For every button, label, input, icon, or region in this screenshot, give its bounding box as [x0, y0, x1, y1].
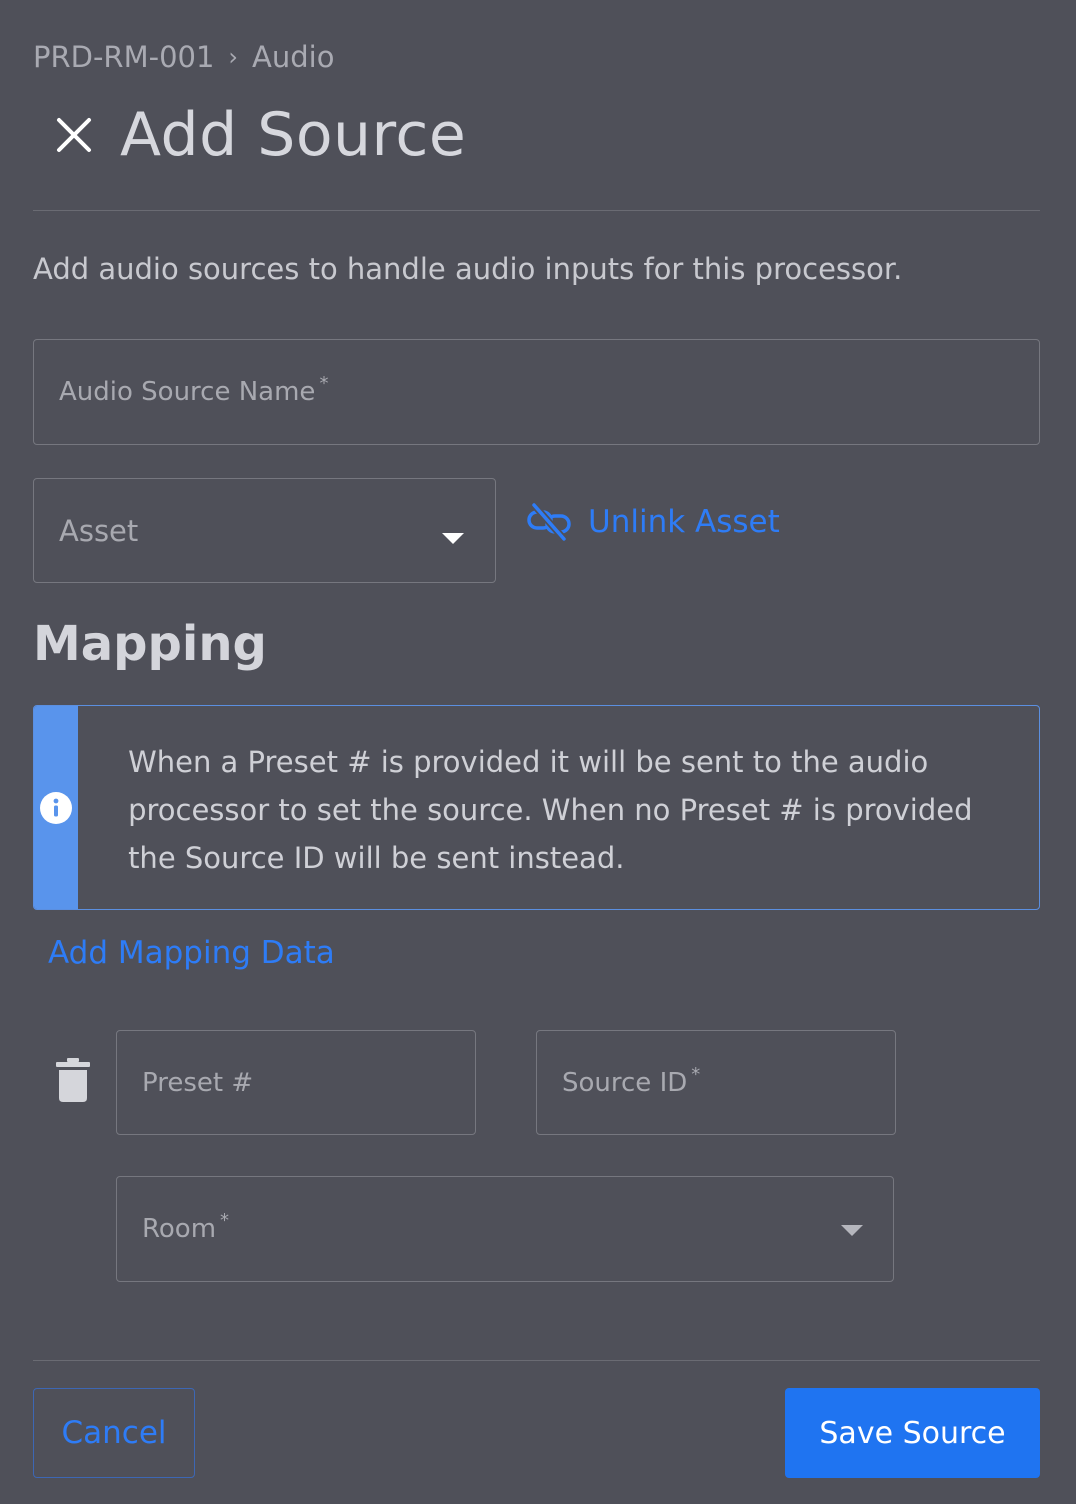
- source-id-input[interactable]: Source ID *: [536, 1030, 896, 1135]
- breadcrumb: PRD-RM-001 › Audio: [33, 40, 334, 74]
- mapping-heading: Mapping: [33, 616, 267, 672]
- save-source-button[interactable]: Save Source: [785, 1388, 1040, 1478]
- add-mapping-data-label: Add Mapping Data: [48, 935, 335, 971]
- mapping-info-alert: When a Preset # is provided it will be s…: [33, 705, 1040, 910]
- trash-icon: [56, 1058, 90, 1102]
- audio-source-name-input[interactable]: Audio Source Name *: [33, 339, 1040, 445]
- source-id-label: Source ID *: [562, 1064, 700, 1098]
- close-icon: [57, 118, 91, 152]
- footer-divider: [33, 1360, 1040, 1361]
- delete-mapping-button[interactable]: [56, 1058, 90, 1106]
- info-text: When a Preset # is provided it will be s…: [128, 745, 973, 875]
- add-mapping-data-button[interactable]: Add Mapping Data: [48, 935, 335, 971]
- unlink-icon: [527, 502, 571, 542]
- audio-source-name-label: Audio Source Name *: [59, 373, 328, 407]
- page-description: Add audio sources to handle audio inputs…: [33, 252, 903, 286]
- required-mark: *: [319, 373, 329, 394]
- title-row: Add Source: [52, 100, 466, 170]
- room-label: Room *: [142, 1210, 229, 1244]
- breadcrumb-parent[interactable]: PRD-RM-001: [33, 40, 214, 74]
- chevron-down-icon: [442, 533, 464, 544]
- room-select[interactable]: Room *: [116, 1176, 894, 1282]
- preset-number-input[interactable]: Preset #: [116, 1030, 476, 1135]
- preset-number-label: Preset #: [142, 1067, 254, 1098]
- page-title: Add Source: [120, 100, 467, 170]
- add-source-panel: PRD-RM-001 › Audio Add Source Add audio …: [0, 0, 1076, 1504]
- info-icon: [40, 791, 73, 824]
- audio-source-name-label-text: Audio Source Name: [59, 377, 316, 407]
- breadcrumb-current: Audio: [252, 40, 335, 74]
- header-divider: [33, 210, 1040, 211]
- info-stripe: [34, 706, 79, 909]
- breadcrumb-separator: ›: [228, 43, 239, 71]
- chevron-down-icon: [841, 1225, 863, 1236]
- source-id-label-text: Source ID: [562, 1067, 688, 1098]
- asset-select[interactable]: Asset: [33, 478, 496, 583]
- close-button[interactable]: [52, 113, 96, 157]
- unlink-asset-button[interactable]: Unlink Asset: [526, 502, 780, 542]
- unlink-asset-label: Unlink Asset: [588, 504, 780, 540]
- cancel-button[interactable]: Cancel: [33, 1388, 195, 1478]
- asset-label: Asset: [59, 513, 139, 548]
- required-mark: *: [220, 1210, 230, 1231]
- required-mark: *: [691, 1063, 701, 1085]
- room-label-text: Room: [142, 1214, 217, 1244]
